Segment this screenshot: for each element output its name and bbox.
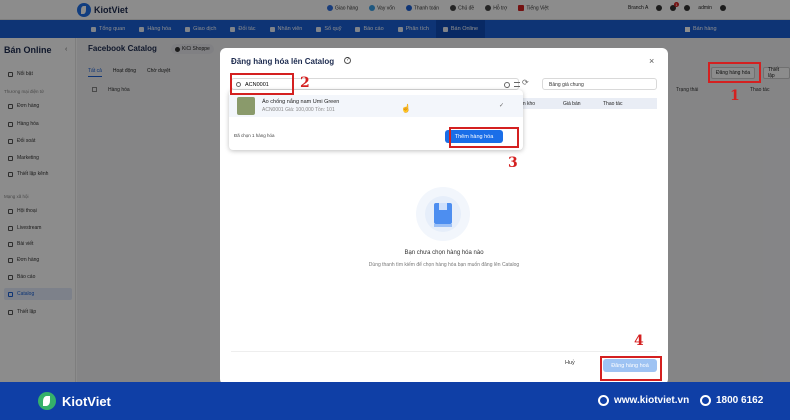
- step-number-2: 2: [300, 75, 310, 91]
- promo-banner: KiotViet www.kiotviet.vn 1800 6162: [0, 382, 790, 420]
- step-number-1: 1: [730, 88, 740, 104]
- result-product-name: Áo chống nắng nam Umi Green: [262, 99, 340, 105]
- banner-website[interactable]: www.kiotviet.vn: [598, 395, 689, 406]
- price-list-select[interactable]: Bảng giá chung: [542, 78, 657, 90]
- result-product-meta: ACN0001 Giá: 100,000 Tồn: 101: [262, 107, 335, 113]
- highlight-box-1: [708, 62, 761, 83]
- empty-box-illustration: [416, 187, 470, 241]
- banner-phone[interactable]: 1800 6162: [700, 395, 763, 406]
- modal-title: Đăng hàng hóa lên Catalog: [231, 57, 335, 66]
- globe-icon: [598, 395, 609, 406]
- close-icon[interactable]: ×: [649, 56, 654, 66]
- empty-state-subtitle: Dùng thanh tìm kiếm để chọn hàng hóa bạn…: [368, 262, 520, 268]
- empty-state-title: Bạn chưa chọn hàng hóa nào: [404, 250, 484, 256]
- kiotviet-logo-icon: [38, 392, 56, 410]
- footer-divider: [231, 351, 657, 352]
- banner-logo: KiotViet: [38, 392, 111, 410]
- cancel-button[interactable]: Huỷ: [565, 360, 575, 366]
- highlight-box-3: [449, 127, 519, 148]
- step-number-3: 3: [508, 155, 518, 171]
- highlight-box-2: [230, 73, 294, 95]
- banner-brand: KiotViet: [62, 393, 111, 409]
- pointer-cursor-icon: ☝: [401, 104, 411, 113]
- phone-icon: [700, 395, 711, 406]
- search-result-item[interactable]: Áo chống nắng nam Umi Green ACN0001 Giá:…: [229, 95, 523, 117]
- step-number-4: 4: [634, 333, 644, 349]
- info-icon[interactable]: ?: [344, 57, 351, 64]
- highlight-box-4: [600, 356, 662, 381]
- col-modal-actions: Thao tác: [603, 101, 623, 107]
- product-thumbnail: [237, 97, 255, 115]
- selected-count: Đã chọn 1 hàng hóa: [234, 133, 275, 138]
- list-icon[interactable]: [514, 82, 520, 87]
- check-icon: ✓: [499, 103, 505, 109]
- refresh-icon[interactable]: ⟳: [522, 78, 529, 87]
- col-price: Giá bán: [563, 101, 581, 107]
- add-circle-icon[interactable]: [504, 82, 510, 88]
